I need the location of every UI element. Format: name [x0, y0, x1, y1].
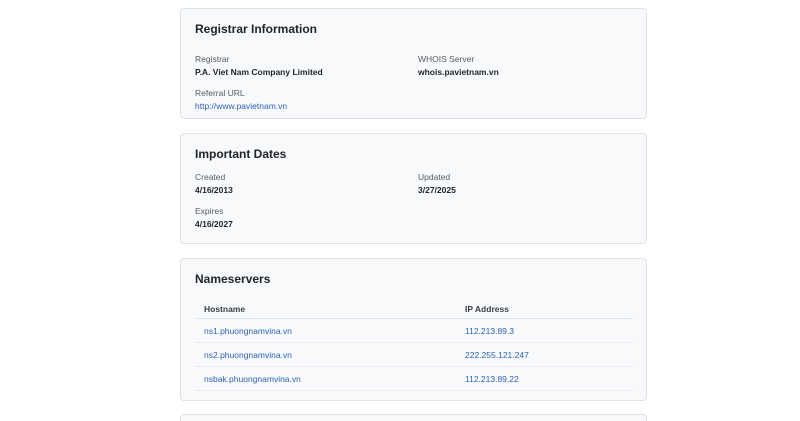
- registrar-information-card: Registrar Information Registrar P.A. Vie…: [180, 8, 647, 119]
- nameservers-title: Nameservers: [195, 272, 271, 286]
- whois-server-label: WHOIS Server: [418, 54, 475, 64]
- updated-value: 3/27/2025: [418, 185, 456, 195]
- hostname-column-header: Hostname: [204, 304, 246, 314]
- nameserver-ip-link[interactable]: 112.213.89.3: [465, 326, 514, 336]
- table-row: ns2.phuongnamvina.vn 222.255.121.247: [195, 343, 633, 367]
- created-field: Created 4/16/2013: [195, 171, 233, 196]
- expires-field: Expires 4/16/2027: [195, 205, 233, 230]
- table-header: Hostname IP Address: [195, 297, 633, 319]
- nameserver-ip-link[interactable]: 112.213.89.22: [465, 374, 519, 384]
- ip-address-column-header: IP Address: [465, 304, 509, 314]
- nameserver-hostname-link[interactable]: ns1.phuongnamvina.vn: [204, 326, 292, 336]
- next-card-partial: [180, 414, 647, 421]
- nameserver-hostname-link[interactable]: ns2.phuongnamvina.vn: [204, 350, 292, 360]
- updated-label: Updated: [418, 172, 451, 182]
- registrar-label: Registrar: [195, 54, 230, 64]
- nameserver-ip-link[interactable]: 222.255.121.247: [465, 350, 529, 360]
- table-row: ns1.phuongnamvina.vn 112.213.89.3: [195, 319, 633, 343]
- table-row: nsbak.phuongnamvina.vn 112.213.89.22: [195, 367, 633, 391]
- nameservers-table: Hostname IP Address ns1.phuongnamvina.vn…: [195, 297, 633, 391]
- registrar-value: P.A. Viet Nam Company Limited: [195, 67, 323, 77]
- created-label: Created: [195, 172, 226, 182]
- registrar-field: Registrar P.A. Viet Nam Company Limited: [195, 53, 323, 78]
- referral-url-link[interactable]: http://www.pavietnam.vn: [195, 100, 287, 112]
- nameserver-hostname-link[interactable]: nsbak.phuongnamvina.vn: [204, 374, 301, 384]
- whois-server-field: WHOIS Server whois.pavietnam.vn: [418, 53, 499, 78]
- registrar-information-title: Registrar Information: [195, 22, 318, 36]
- expires-value: 4/16/2027: [195, 219, 233, 229]
- created-value: 4/16/2013: [195, 185, 233, 195]
- important-dates-card: Important Dates Created 4/16/2013 Update…: [180, 133, 647, 244]
- important-dates-title: Important Dates: [195, 147, 287, 161]
- expires-label: Expires: [195, 206, 224, 216]
- nameservers-card: Nameservers Hostname IP Address ns1.phuo…: [180, 258, 647, 401]
- updated-field: Updated 3/27/2025: [418, 171, 456, 196]
- referral-url-field: Referral URL http://www.pavietnam.vn: [195, 87, 287, 112]
- referral-url-label: Referral URL: [195, 88, 245, 98]
- whois-server-value: whois.pavietnam.vn: [418, 67, 499, 77]
